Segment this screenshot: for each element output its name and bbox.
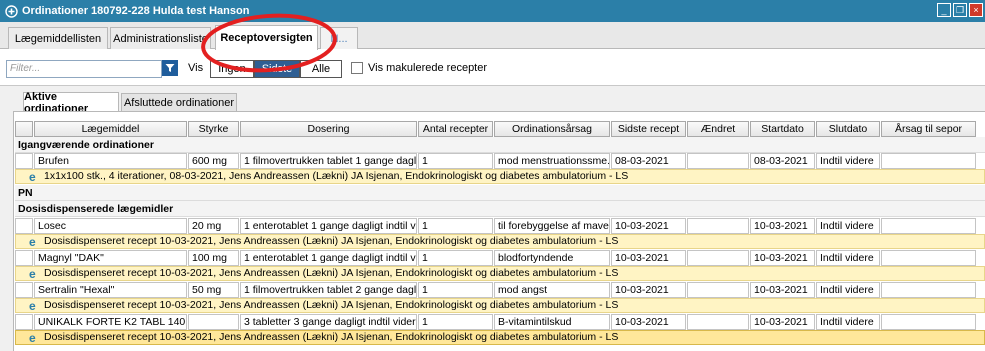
table-row[interactable]: UNIKALK FORTE K2 TABL 140 ST 3 tabletter… <box>15 314 985 330</box>
show-cancelled-checkbox[interactable] <box>351 62 363 74</box>
segment-sidste[interactable]: Sidste <box>254 60 300 78</box>
header-styrke[interactable]: Styrke <box>188 121 239 137</box>
grid-header: Lægemiddel Styrke Dosering Antal recepte… <box>15 121 977 137</box>
group-dosisdispenserede: Dosisdispenserede lægemidler <box>15 201 985 217</box>
vis-label: Vis <box>188 62 204 74</box>
segment-ingen[interactable]: Ingen <box>210 60 254 78</box>
table-row[interactable]: Sertralin "Hexal" 50 mg 1 filmovertrukke… <box>15 282 985 298</box>
minimize-icon[interactable]: _ <box>937 3 951 17</box>
header-laegemiddel[interactable]: Lægemiddel <box>34 121 187 137</box>
header-aendret[interactable]: Ændret <box>687 121 749 137</box>
tab-more[interactable]: N... <box>320 27 358 49</box>
e-prescription-icon: e <box>29 331 36 345</box>
close-icon[interactable]: × <box>969 3 983 17</box>
header-ordinationsaarsag[interactable]: Ordinationsårsag <box>494 121 610 137</box>
e-prescription-icon: e <box>29 299 36 313</box>
prescription-note-row[interactable]: e Dosisdispenseret recept 10-03-2021, Je… <box>15 234 985 249</box>
table-row[interactable]: Losec 20 mg 1 enterotablet 1 gange dagli… <box>15 218 985 234</box>
header-antal-recepter[interactable]: Antal recepter <box>418 121 493 137</box>
header-startdato[interactable]: Startdato <box>750 121 815 137</box>
subtab-afsluttede[interactable]: Afsluttede ordinationer <box>121 93 237 111</box>
group-igangvaerende: Igangværende ordinationer <box>15 137 985 153</box>
header-sidste-recept[interactable]: Sidste recept <box>611 121 686 137</box>
app-plus-icon <box>4 4 18 18</box>
header-aarsag-til-seponering[interactable]: Årsag til sepor <box>881 121 976 137</box>
header-dosering[interactable]: Dosering <box>240 121 417 137</box>
filter-funnel-icon[interactable] <box>162 60 178 76</box>
window-titlebar: Ordinationer 180792-228 Hulda test Hanso… <box>0 0 985 22</box>
toolbar: Filter... Vis Ingen Sidste Alle Vis maku… <box>0 50 985 86</box>
filter-input[interactable]: Filter... <box>6 60 162 78</box>
main-tabstrip: Lægemiddellisten Administrationsliste Re… <box>0 22 985 50</box>
window-title: Ordinationer 180792-228 Hulda test Hanso… <box>22 5 250 17</box>
subtab-aktive[interactable]: Aktive ordinationer <box>23 91 119 115</box>
tab-laegemiddellisten[interactable]: Lægemiddellisten <box>8 27 108 49</box>
restore-icon[interactable]: ❐ <box>953 3 967 17</box>
table-row[interactable]: Magnyl "DAK" 100 mg 1 enterotablet 1 gan… <box>15 250 985 266</box>
table-row[interactable]: Brufen 600 mg 1 filmovertrukken tablet 1… <box>15 153 985 169</box>
tab-administrationsliste[interactable]: Administrationsliste <box>110 27 211 49</box>
header-slutdato[interactable]: Slutdato <box>816 121 880 137</box>
prescription-note-row-selected[interactable]: e Dosisdispenseret recept 10-03-2021, Je… <box>15 330 985 345</box>
tab-receptoversigten[interactable]: Receptoversigten <box>215 25 318 50</box>
group-pn: PN <box>15 185 985 201</box>
prescription-note-row[interactable]: e Dosisdispenseret recept 10-03-2021, Je… <box>15 298 985 313</box>
segment-alle[interactable]: Alle <box>300 60 342 78</box>
prescription-note-row[interactable]: e 1x1x100 stk., 4 iterationer, 08-03-202… <box>15 169 985 184</box>
show-cancelled-label: Vis makulerede recepter <box>368 62 488 74</box>
header-select-column <box>15 121 33 137</box>
e-prescription-icon: e <box>29 170 36 184</box>
e-prescription-icon: e <box>29 235 36 249</box>
e-prescription-icon: e <box>29 267 36 281</box>
prescription-note-row[interactable]: e Dosisdispenseret recept 10-03-2021, Je… <box>15 266 985 281</box>
